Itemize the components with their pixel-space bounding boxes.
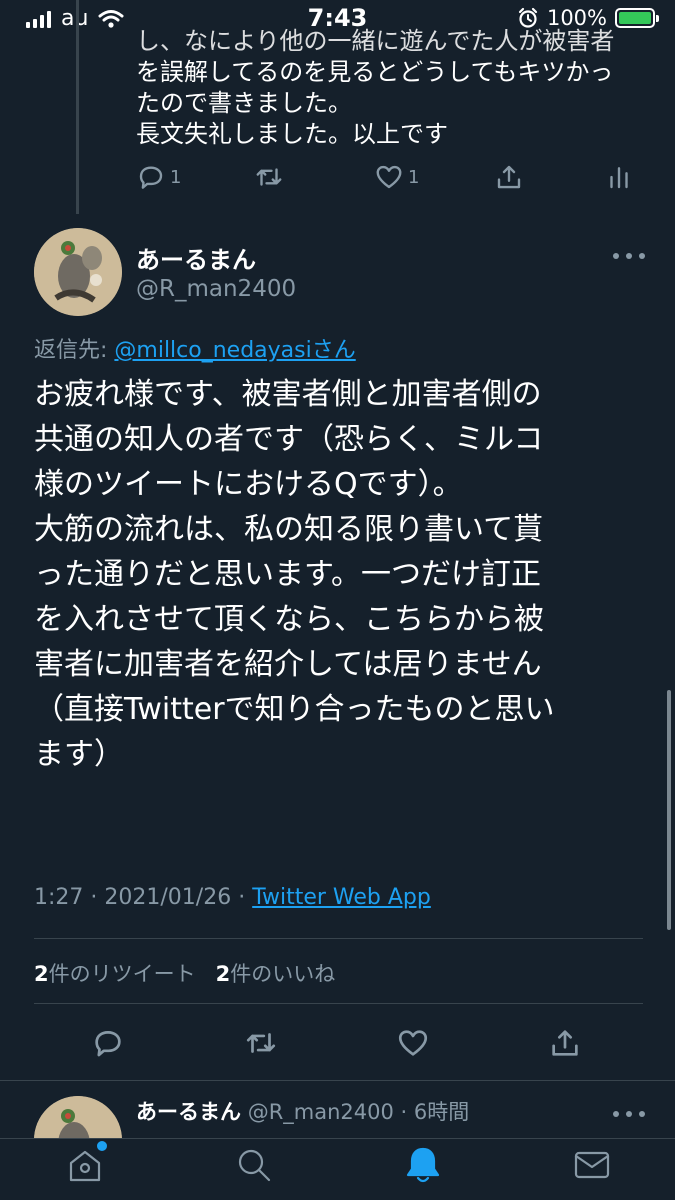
- next-author-name: あーるまん: [136, 1100, 241, 1124]
- heart-icon: [398, 1030, 428, 1056]
- heart-icon: [376, 165, 402, 189]
- tweet-text-line: 大筋の流れは、私の知る限り書いて貰: [34, 512, 544, 547]
- like-label: 件のいいね: [230, 962, 336, 986]
- retweet-button[interactable]: [244, 1026, 278, 1060]
- tweet-stats: 2件のリツイート 2件のいいね: [34, 958, 335, 988]
- notifications-icon: [406, 1147, 440, 1183]
- reply-to: 返信先: @millco_nedayasiさん: [34, 332, 356, 364]
- analytics-button[interactable]: [604, 162, 634, 192]
- tweet-text-line: 共通の知人の者です（恐らく、ミルコ: [34, 422, 544, 457]
- divider: [0, 1080, 675, 1081]
- share-icon: [497, 165, 521, 189]
- bottom-nav: [0, 1138, 675, 1200]
- analytics-icon: [610, 167, 628, 189]
- avatar-image: [34, 228, 122, 316]
- avatar[interactable]: [34, 228, 122, 316]
- battery-fill: [619, 12, 651, 24]
- tweet-source-link[interactable]: Twitter Web App: [252, 885, 431, 910]
- retweet-label: 件のリツイート: [48, 962, 196, 986]
- retweet-icon: [246, 1033, 276, 1053]
- tweet-time: 1:27: [34, 885, 84, 910]
- previous-tweet-actions: 1 1: [136, 162, 636, 198]
- next-tweet-header[interactable]: あーるまん @R_man2400 · 6時間: [136, 1096, 469, 1126]
- retweet-button[interactable]: [254, 162, 284, 192]
- thread-line: [76, 0, 79, 214]
- nav-notifications[interactable]: [401, 1143, 445, 1187]
- search-icon: [238, 1149, 271, 1182]
- tweet-text-line: った通りだと思います。一つだけ訂正: [34, 557, 541, 592]
- author-name[interactable]: あーるまん: [136, 240, 256, 275]
- share-button[interactable]: [494, 162, 524, 192]
- tweet-text-line: 害者に加害者を紹介しては居りません: [34, 647, 542, 682]
- tweet-text-line: お疲れ様です、被害者側と加害者側の: [34, 377, 542, 412]
- reply-mention-link[interactable]: @millco_nedayasiさん: [114, 338, 355, 363]
- reply-icon: [95, 1031, 121, 1057]
- previous-tweet-line: たので書きました。: [136, 89, 352, 117]
- next-tweet-time: 6時間: [413, 1100, 470, 1124]
- screen: au 7:43 100% し、なにより他の一緒に遊んでた人が被害者 を誤解してる: [0, 0, 675, 1200]
- share-icon: [552, 1030, 578, 1056]
- retweets-stat[interactable]: 2件のリツイート: [34, 962, 196, 986]
- tweet-meta: 1:27 · 2021/01/26 · Twitter Web App: [34, 885, 431, 910]
- tweet-text-line: （直接Twitterで知り合ったものと思い: [34, 692, 555, 727]
- nav-messages[interactable]: [570, 1143, 614, 1187]
- tweet-date: 2021/01/26: [104, 885, 232, 910]
- tweet-text: お疲れ様です、被害者側と加害者側の 共通の知人の者です（恐らく、ミルコ 様のツイ…: [34, 372, 644, 777]
- previous-tweet-line: 長文失礼しました。以上です: [136, 120, 448, 148]
- tweet-text-line: 様のツイートにおけるQです）。: [34, 467, 463, 502]
- more-options-icon[interactable]: [613, 1102, 645, 1126]
- author-handle[interactable]: @R_man2400: [136, 276, 296, 302]
- like-button[interactable]: 1: [374, 162, 419, 192]
- like-button[interactable]: [396, 1026, 430, 1060]
- tweet-text-line: を入れさせて頂くなら、こちらから被: [34, 602, 544, 637]
- reply-button[interactable]: [91, 1026, 125, 1060]
- share-button[interactable]: [548, 1026, 582, 1060]
- battery-icon: [615, 8, 659, 28]
- tweet-text-line: ます）: [34, 737, 124, 772]
- previous-tweet-line: し、なにより他の一緒に遊んでた人が被害者: [136, 27, 615, 55]
- previous-tweet-line: を誤解してるのを見るとどうしてもキツかっ: [136, 58, 614, 86]
- next-author-handle: @R_man2400: [247, 1100, 394, 1124]
- like-count: 2: [215, 962, 231, 986]
- likes-stat[interactable]: 2件のいいね: [216, 962, 336, 986]
- scrollbar[interactable]: [667, 690, 671, 930]
- nav-search[interactable]: [232, 1143, 276, 1187]
- divider: [34, 938, 643, 939]
- more-options-icon[interactable]: [613, 244, 645, 268]
- like-count: 1: [408, 166, 420, 188]
- messages-icon: [574, 1151, 610, 1179]
- notification-dot: [97, 1141, 107, 1151]
- reply-icon: [139, 166, 163, 189]
- reply-count: 1: [170, 166, 182, 188]
- divider: [34, 1003, 643, 1004]
- retweet-count: 2: [34, 962, 49, 986]
- retweet-icon: [256, 168, 282, 186]
- previous-tweet-text: し、なにより他の一緒に遊んでた人が被害者 を誤解してるのを見るとどうしてもキツか…: [136, 26, 646, 150]
- tweet-actions: [0, 1026, 675, 1066]
- nav-home[interactable]: [63, 1141, 107, 1187]
- reply-to-prefix: 返信先:: [34, 338, 115, 363]
- reply-button[interactable]: 1: [136, 162, 181, 192]
